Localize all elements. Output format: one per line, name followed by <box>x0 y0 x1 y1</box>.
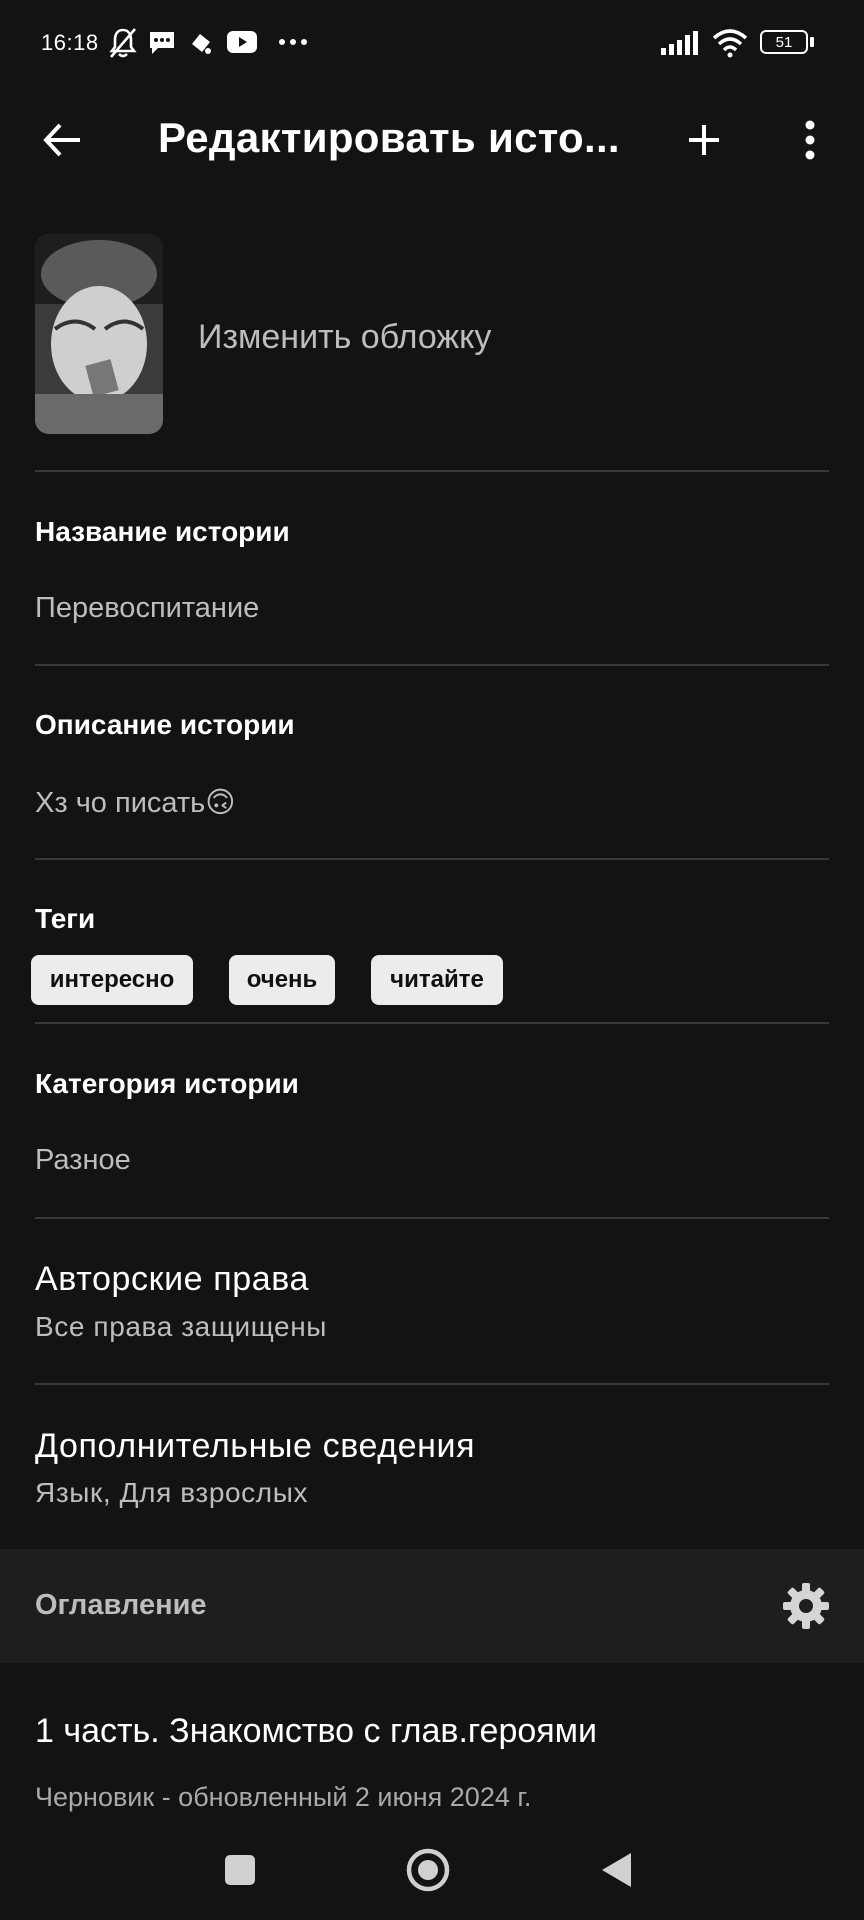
story-title-field[interactable]: Перевоспитание <box>35 592 259 625</box>
copyright-label: Авторские права <box>35 1260 310 1298</box>
recents-button[interactable] <box>208 1838 272 1902</box>
story-description-label: Описание истории <box>35 709 295 740</box>
back-button[interactable] <box>30 108 94 172</box>
divider <box>35 1022 829 1024</box>
divider <box>35 1383 829 1385</box>
gear-icon[interactable] <box>782 1582 830 1630</box>
tags-label: Теги <box>35 903 96 934</box>
back-triangle-icon <box>602 1853 631 1887</box>
signal-icon <box>661 31 698 55</box>
add-part-button[interactable] <box>672 108 736 172</box>
battery-tip <box>810 37 814 47</box>
tag-chip[interactable]: интересно <box>31 955 193 1005</box>
wifi-icon <box>712 29 748 58</box>
more-options-button[interactable] <box>778 108 842 172</box>
plus-icon <box>689 125 719 155</box>
status-bar: 16:18 51 <box>0 0 864 88</box>
back-arrow-icon <box>43 123 80 157</box>
notifications-off-icon <box>109 28 137 58</box>
divider <box>35 664 829 666</box>
copyright-value: Все права защищены <box>35 1311 328 1342</box>
story-title-label: Название истории <box>35 516 290 547</box>
tag-chip[interactable]: читайте <box>371 955 503 1005</box>
battery-icon: 51 <box>760 30 808 54</box>
app-bar: Редактировать исто... <box>0 88 864 188</box>
cover-image[interactable] <box>35 234 163 434</box>
story-description-field[interactable]: Хз чо писать🙃 <box>35 785 236 820</box>
chapter-status: Черновик - обновленный 2 июня 2024 г. <box>35 1782 532 1812</box>
battery-level: 51 <box>775 33 793 51</box>
toc-label: Оглавление <box>35 1589 207 1621</box>
divider <box>35 858 829 860</box>
status-time: 16:18 <box>41 30 99 55</box>
extra-info-value: Язык, Для взрослых <box>35 1477 309 1508</box>
more-dots-icon <box>279 39 307 45</box>
category-field[interactable]: Разное <box>35 1144 131 1177</box>
change-cover-button[interactable]: Изменить обложку <box>198 318 491 357</box>
more-vertical-icon <box>805 120 815 160</box>
extra-info-label: Дополнительные сведения <box>35 1427 476 1465</box>
nav-back-button[interactable] <box>584 1838 648 1902</box>
divider <box>35 470 829 472</box>
home-circle-icon <box>406 1848 450 1892</box>
divider <box>35 1217 829 1219</box>
page-title: Редактировать исто... <box>158 114 620 161</box>
app-icon <box>192 34 211 54</box>
message-icon <box>150 32 174 54</box>
youtube-icon <box>227 31 257 53</box>
home-button[interactable] <box>396 1838 460 1902</box>
recents-square-icon <box>225 1855 255 1885</box>
chapter-title: 1 часть. Знакомство с глав.героями <box>35 1712 598 1750</box>
tag-chip[interactable]: очень <box>229 955 335 1005</box>
cover-photo <box>35 234 163 434</box>
system-nav-bar <box>0 1820 864 1920</box>
table-of-contents-header: Оглавление <box>0 1549 864 1663</box>
category-label: Категория истории <box>35 1068 299 1099</box>
